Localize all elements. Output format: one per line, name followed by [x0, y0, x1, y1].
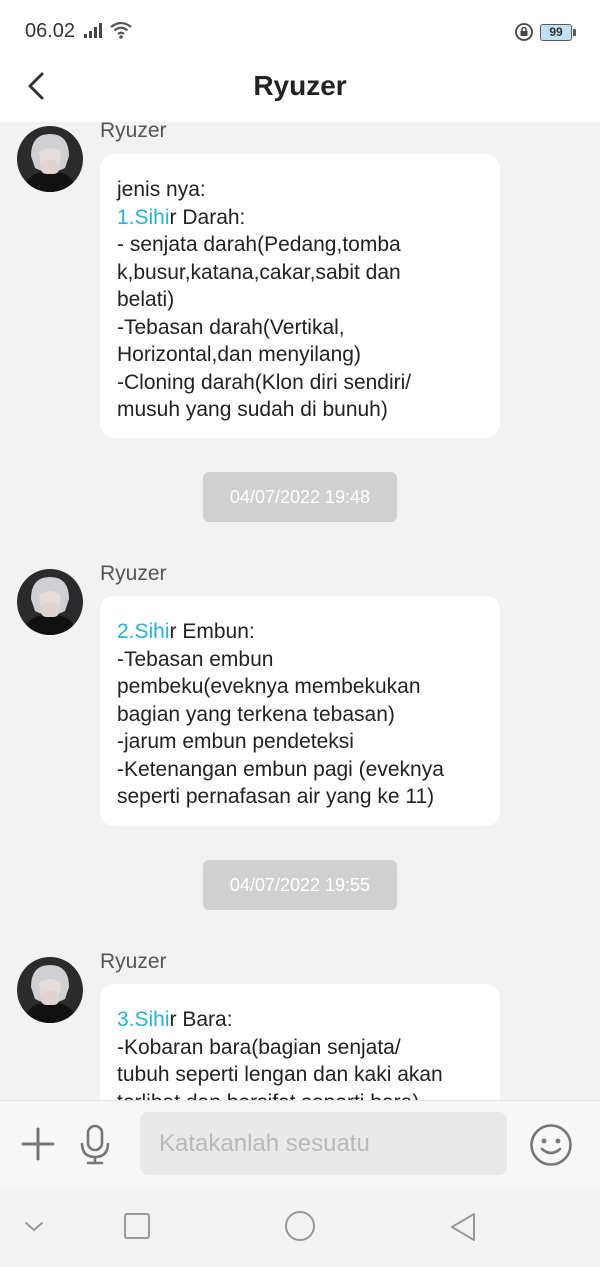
smiley-icon[interactable]	[528, 1122, 574, 1168]
system-nav-bar	[0, 1187, 600, 1267]
message-line: seperti pernafasan air yang ke 11)	[117, 785, 435, 808]
timestamp-badge: 04/07/2022 19:48	[203, 472, 397, 522]
chat-messages[interactable]: Ryuzer jenis nya: 1.Sihir Darah: - senja…	[0, 122, 600, 1100]
avatar[interactable]	[17, 569, 83, 635]
message-bubble[interactable]: jenis nya: 1.Sihir Darah: - senjata dara…	[100, 154, 500, 438]
status-time: 06.02	[25, 20, 76, 42]
sender-name: Ryuzer	[100, 562, 167, 585]
plus-icon[interactable]	[20, 1126, 56, 1162]
circle-icon[interactable]	[284, 1210, 316, 1242]
message-line: -Cloning darah(Klon diri sendiri/	[117, 370, 412, 394]
message-line: bagian yang terkena tebasan)	[117, 702, 395, 726]
rotation-lock-icon	[515, 23, 533, 41]
message-line: 2.Sihir Embun:	[117, 618, 483, 646]
chat-header: Ryuzer	[0, 62, 600, 122]
message-bubble[interactable]: 2.Sihir Embun: -Tebasan embun pembeku(ev…	[100, 596, 500, 826]
microphone-icon[interactable]	[78, 1123, 112, 1167]
signal-icon	[84, 23, 102, 38]
message-text: r Embun:	[169, 620, 255, 643]
message-line: k,busur,katana,cakar,sabit dan	[117, 260, 401, 284]
message-line: -Ketenangan embun pagi (eveknya	[117, 757, 444, 781]
triangle-back-icon[interactable]	[449, 1212, 477, 1242]
message-line: 3.Sihir Bara:	[117, 1006, 483, 1034]
avatar[interactable]	[17, 957, 83, 1023]
message-line: belati)	[117, 288, 175, 311]
message-line: jenis nya:	[117, 178, 206, 201]
message-line: -Tebasan embun	[117, 647, 274, 671]
message-line: -Kobaran bara(bagian senjata/	[117, 1035, 401, 1059]
message-text: r Bara:	[169, 1008, 233, 1031]
highlight-text: 1.Sihi	[117, 205, 170, 229]
highlight-text: 3.Sihi	[117, 1008, 170, 1031]
timestamp-badge: 04/07/2022 19:55	[203, 860, 397, 910]
message-line: terlihat dan bersifat seperti bara)	[117, 1089, 483, 1101]
message-line: tubuh seperti lengan dan kaki akan	[117, 1063, 443, 1086]
message-line: - senjata darah(Pedang,tomba	[117, 233, 401, 256]
message-line: -jarum embun pendeteksi	[117, 730, 354, 753]
message-text: r Darah:	[169, 205, 246, 229]
avatar[interactable]	[17, 126, 83, 192]
highlight-text: 2.Sihi	[117, 620, 170, 643]
wifi-icon	[110, 21, 132, 39]
battery-icon: 99	[540, 24, 576, 41]
sender-name: Ryuzer	[100, 122, 167, 142]
message-line: Horizontal,dan menyilang)	[117, 343, 361, 366]
message-line: 1.Sihir Darah:	[117, 204, 483, 232]
message-input-bar: Katakanlah sesuatu	[0, 1100, 600, 1188]
status-bar: 06.02 99	[0, 0, 600, 62]
page-title: Ryuzer	[253, 70, 347, 101]
message-line: pembeku(eveknya membekukan	[117, 675, 421, 698]
message-line: -Tebasan darah(Vertikal,	[117, 315, 345, 339]
message-input[interactable]: Katakanlah sesuatu	[140, 1112, 507, 1175]
sender-name: Ryuzer	[100, 950, 167, 973]
square-icon[interactable]	[123, 1212, 151, 1240]
message-bubble[interactable]: 3.Sihir Bara: -Kobaran bara(bagian senja…	[100, 984, 500, 1100]
message-line: musuh yang sudah di bunuh)	[117, 398, 388, 421]
chevron-down-icon[interactable]	[22, 1212, 46, 1242]
